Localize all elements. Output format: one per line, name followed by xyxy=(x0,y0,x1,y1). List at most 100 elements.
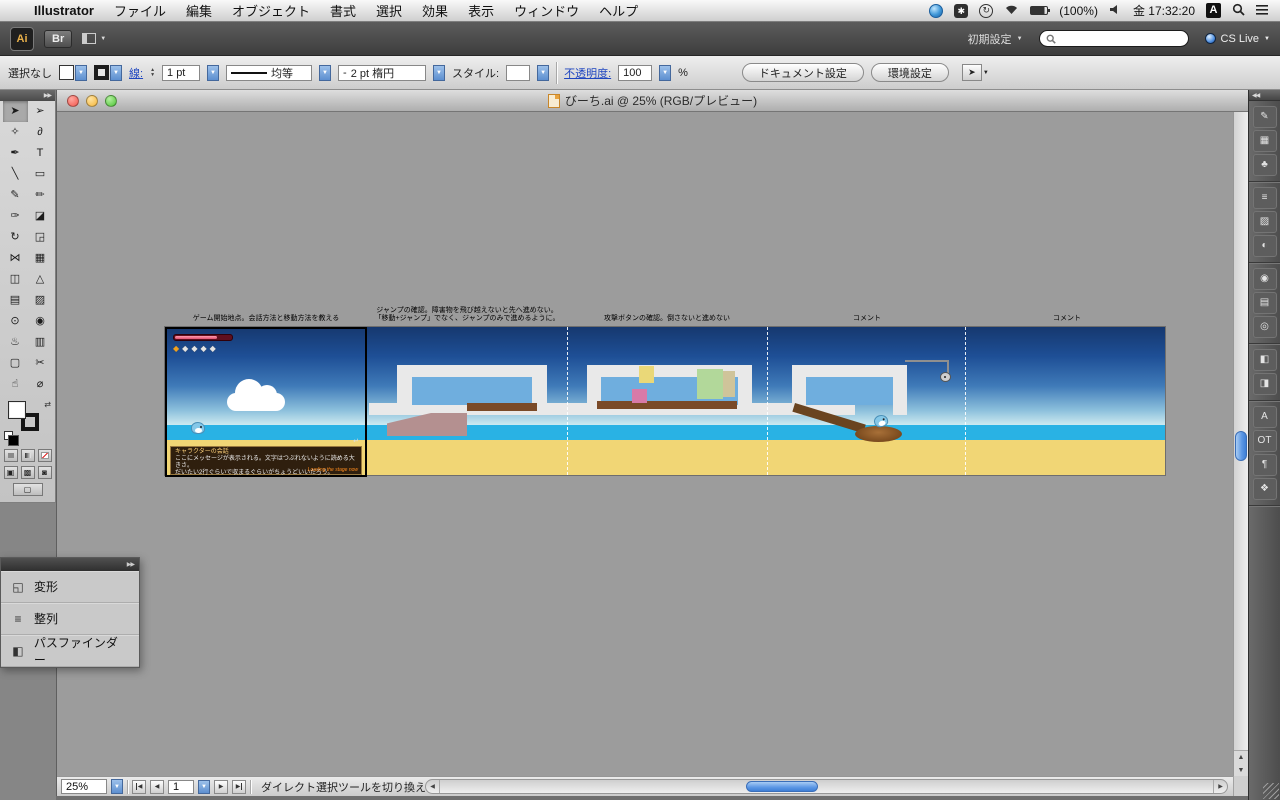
paragraph-panel-icon[interactable]: ¶ xyxy=(1252,454,1277,476)
line-segment-tool[interactable]: ╲ xyxy=(3,164,28,185)
menubar-menu[interactable]: 書式 xyxy=(320,1,366,20)
column-graph-tool[interactable]: ▥ xyxy=(28,332,53,353)
artboard-dropdown[interactable]: ▼ xyxy=(198,779,210,794)
transform-panel-row[interactable]: ◱ 変形 xyxy=(1,571,139,603)
scroll-right-button[interactable]: ▶ xyxy=(1213,780,1227,793)
blend-tool[interactable]: ◉ xyxy=(28,311,53,332)
document-setup-button[interactable]: ドキュメント設定 xyxy=(741,63,864,82)
input-source-icon[interactable]: A xyxy=(1206,3,1221,18)
artboard-number-field[interactable]: 1 xyxy=(168,779,194,794)
pen-tool[interactable]: ✒ xyxy=(3,143,28,164)
swatches-panel-icon[interactable]: ▦ xyxy=(1252,130,1277,152)
preferences-button[interactable]: 環境設定 xyxy=(870,63,949,82)
select-similar-control[interactable]: ➤ ▼ xyxy=(961,64,989,81)
type-tool[interactable]: T xyxy=(28,143,53,164)
arrange-documents-button[interactable]: ▼ xyxy=(82,33,106,44)
draw-inside-mode[interactable]: ◙ xyxy=(37,466,52,479)
width-profile-field[interactable]: 均等 xyxy=(226,64,313,81)
draw-behind-mode[interactable]: ▩ xyxy=(20,466,35,479)
magic-wand-tool[interactable]: ✧ xyxy=(3,122,28,143)
menubar-menu[interactable]: ヘルプ xyxy=(589,1,648,20)
spotlight-icon[interactable] xyxy=(1232,3,1245,19)
slice-tool[interactable]: ✂ xyxy=(28,353,53,374)
opacity-field[interactable]: 100 xyxy=(618,64,653,81)
style-dropdown[interactable]: ▼ xyxy=(537,64,550,81)
style-field[interactable] xyxy=(506,64,531,81)
width-tool[interactable]: ⋈ xyxy=(3,248,28,269)
layers-panel-icon[interactable]: ▤ xyxy=(1252,292,1277,314)
transparency-panel-icon[interactable]: ◐ xyxy=(1252,235,1277,257)
brushes-panel-icon[interactable]: ✎ xyxy=(1252,106,1277,128)
panel-group-header[interactable]: ▶▶ xyxy=(1,558,139,571)
navigator-panel-icon[interactable]: ◎ xyxy=(1252,316,1277,338)
brush-definition-field[interactable]: - 2 pt 楕円 xyxy=(338,64,427,81)
scale-tool[interactable]: ◲ xyxy=(28,227,53,248)
direct-selection-tool[interactable]: ➢ xyxy=(28,101,53,122)
draw-normal-mode[interactable]: ▣ xyxy=(3,466,18,479)
menubar-menu[interactable]: ウィンドウ xyxy=(504,1,589,20)
color-guide-panel-icon[interactable]: ◨ xyxy=(1252,373,1277,395)
character-panel-icon[interactable]: A xyxy=(1252,406,1277,428)
search-field[interactable] xyxy=(1038,30,1189,47)
stroke-panel-link[interactable]: 線: xyxy=(129,65,143,81)
stroke-weight-dropdown[interactable]: ▼ xyxy=(207,64,220,81)
align-panel-row[interactable]: ≡ 整列 xyxy=(1,603,139,635)
lasso-tool[interactable]: ∂ xyxy=(28,122,53,143)
expand-dock-icon[interactable]: ◀◀ xyxy=(1252,92,1260,99)
tools-panel-header[interactable]: ▶▶ xyxy=(0,90,55,101)
artwork[interactable]: ゲーム開始地点。会話方法と移動方法を教える ジャンプの確認。障害物を飛び越えない… xyxy=(164,307,1166,477)
gradient-panel-icon[interactable]: ▨ xyxy=(1252,211,1277,233)
none-button[interactable] xyxy=(37,449,52,462)
opacity-link[interactable]: 不透明度: xyxy=(564,65,611,81)
shape-builder-tool[interactable]: ◫ xyxy=(3,269,28,290)
menubar-menu[interactable]: 効果 xyxy=(412,1,458,20)
notification-list-icon[interactable] xyxy=(1256,4,1268,18)
canvas[interactable]: ゲーム開始地点。会話方法と移動方法を教える ジャンプの確認。障害物を飛び越えない… xyxy=(57,112,1233,776)
blob-brush-tool[interactable]: ✑ xyxy=(3,206,28,227)
vertical-scroll-thumb[interactable] xyxy=(1235,430,1247,461)
last-artboard-button[interactable]: ▶ xyxy=(232,779,246,794)
menubar-menu[interactable]: 編集 xyxy=(176,1,222,20)
mesh-tool[interactable]: ▤ xyxy=(3,290,28,311)
next-artboard-button[interactable]: ▶ xyxy=(214,779,228,794)
ime-menu-icon[interactable]: ✱ xyxy=(954,3,969,18)
opentype-panel-icon[interactable]: OT xyxy=(1252,430,1277,452)
menubar-menu[interactable]: オブジェクト xyxy=(222,1,320,20)
rectangle-tool[interactable]: ▭ xyxy=(28,164,53,185)
workspace-switcher[interactable]: 初期設定 ▼ xyxy=(968,31,1023,47)
menubar-menu[interactable]: 選択 xyxy=(366,1,412,20)
appearance-panel-icon[interactable]: ◉ xyxy=(1252,268,1277,290)
pathfinder-panel-row[interactable]: ◧ パスファインダー xyxy=(1,635,139,667)
horizontal-scrollbar[interactable]: ◀ ▶ xyxy=(425,779,1228,794)
close-button[interactable] xyxy=(67,95,79,107)
stroke-weight-stepper[interactable]: ▲ ▼ xyxy=(150,67,155,78)
eyedropper-tool[interactable]: ⊙ xyxy=(3,311,28,332)
fill-color-control[interactable]: ▼ xyxy=(59,64,87,81)
width-profile-dropdown[interactable]: ▼ xyxy=(319,64,332,81)
vertical-scrollbar[interactable]: ▲ ▼ xyxy=(1233,112,1248,776)
swap-fill-stroke-icon[interactable]: ⇄ xyxy=(44,400,51,409)
opacity-dropdown[interactable]: ▼ xyxy=(659,64,672,81)
menubar-clock[interactable]: 金 17:32:20 xyxy=(1133,2,1195,19)
selection-tool[interactable]: ➤ xyxy=(2,101,28,122)
menubar-menu[interactable]: 表示 xyxy=(458,1,504,20)
zoom-dropdown[interactable]: ▼ xyxy=(111,779,123,794)
dock-header[interactable]: ◀◀ xyxy=(1249,90,1280,101)
graphic-styles-panel-icon[interactable]: ❖ xyxy=(1252,478,1277,500)
scroll-up-button[interactable]: ▲ xyxy=(1234,751,1248,764)
minimize-button[interactable] xyxy=(86,95,98,107)
stepper-down-icon[interactable]: ▼ xyxy=(150,72,155,78)
cs-live-button[interactable]: CS Live ▼ xyxy=(1204,33,1270,45)
horizontal-scroll-thumb[interactable] xyxy=(746,781,819,792)
volume-icon[interactable] xyxy=(1109,4,1122,18)
menubar-menu[interactable]: ファイル xyxy=(104,1,176,20)
document-proxy-icon[interactable] xyxy=(547,93,560,108)
first-artboard-button[interactable]: ◀ xyxy=(132,779,146,794)
document-titlebar[interactable]: びーち.ai @ 25% (RGB/プレビュー) xyxy=(57,90,1248,112)
previous-artboard-button[interactable]: ◀ xyxy=(150,779,164,794)
collapse-icon[interactable]: ▶▶ xyxy=(127,561,135,568)
perspective-grid-tool[interactable]: △ xyxy=(28,269,53,290)
stroke-color-control[interactable]: ▼ xyxy=(94,64,122,81)
sync-menu-icon[interactable]: ↻ xyxy=(979,3,994,18)
app-menu-illustrator[interactable]: Illustrator xyxy=(24,3,104,18)
